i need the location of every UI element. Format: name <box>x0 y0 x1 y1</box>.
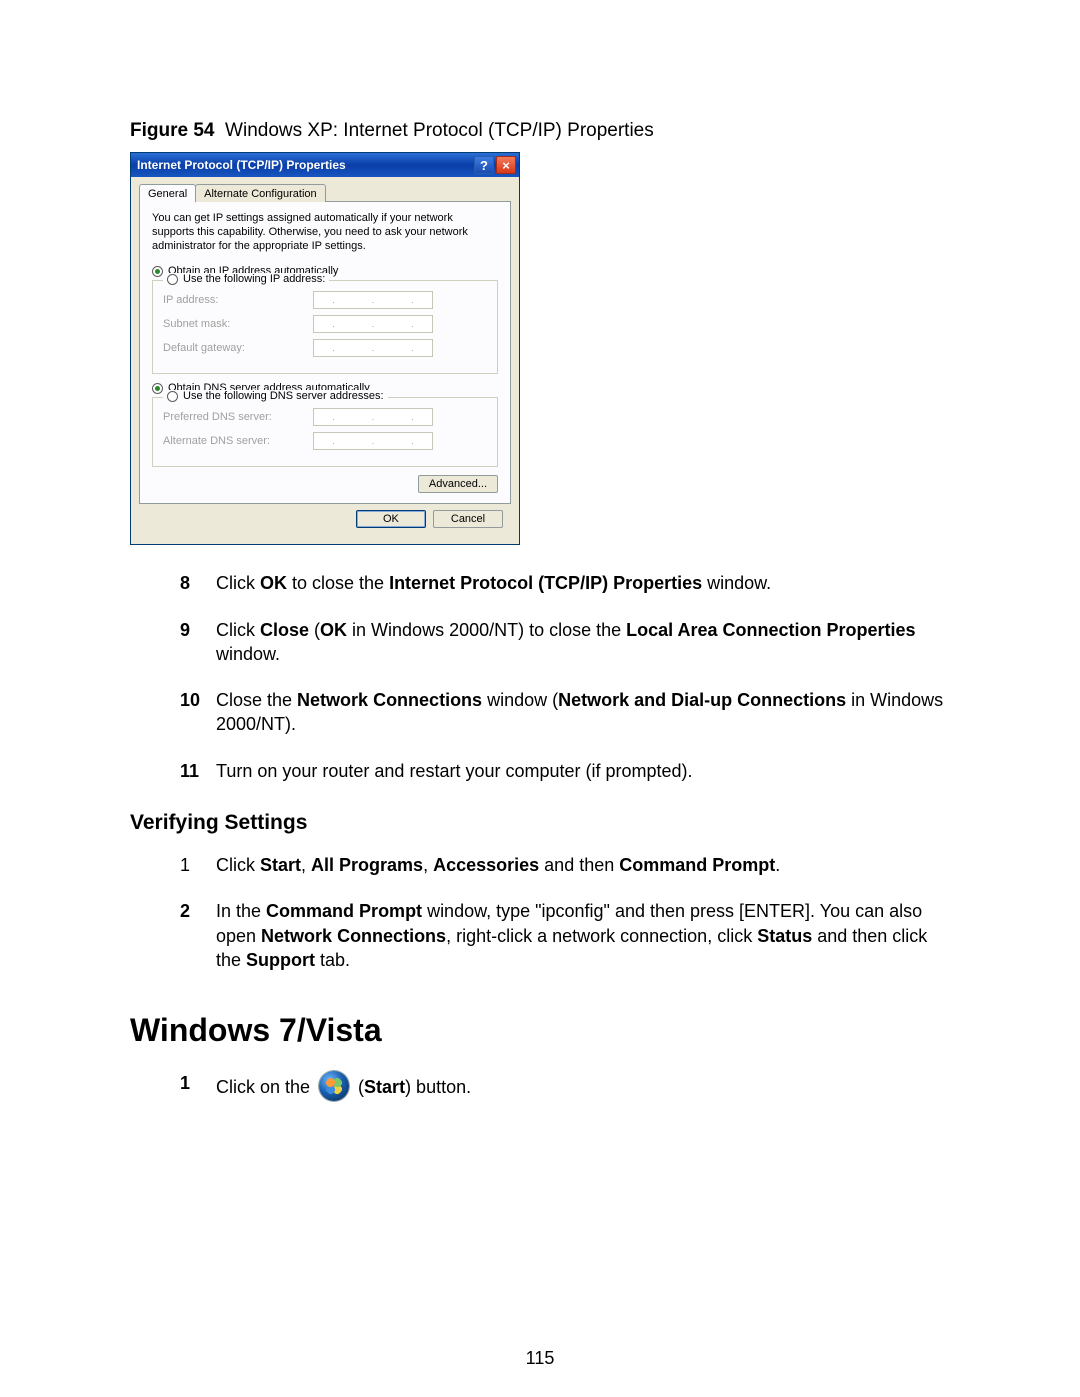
row-preferred-dns: Preferred DNS server: ... <box>163 408 487 426</box>
help-icon[interactable]: ? <box>474 156 494 174</box>
tab-bar: General Alternate Configuration <box>139 184 511 202</box>
row-default-gateway: Default gateway: ... <box>163 339 487 357</box>
tab-page-general: You can get IP settings assigned automat… <box>139 201 511 504</box>
cancel-button[interactable]: Cancel <box>433 510 503 528</box>
group-dns-manual: Use the following DNS server addresses: … <box>152 397 498 467</box>
figure-caption: Figure 54 Windows XP: Internet Protocol … <box>130 120 950 142</box>
ip-address-field[interactable]: ... <box>313 291 433 309</box>
row-ip-address: IP address: ... <box>163 291 487 309</box>
steps-win7: 1 Click on the (Start) button. <box>180 1071 950 1101</box>
window-title: Internet Protocol (TCP/IP) Properties <box>137 158 472 172</box>
heading-windows-7-vista: Windows 7/Vista <box>130 1012 950 1049</box>
alternate-dns-field[interactable]: ... <box>313 432 433 450</box>
page-number: 115 <box>0 1348 1080 1369</box>
dialog-description: You can get IP settings assigned automat… <box>152 212 498 253</box>
radio-ip-manual[interactable]: Use the following IP address: <box>163 273 329 285</box>
step-9: 9 Click Close (OK in Windows 2000/NT) to… <box>180 618 950 667</box>
radio-dot-icon <box>167 274 178 285</box>
row-subnet-mask: Subnet mask: ... <box>163 315 487 333</box>
verify-step-2: 2 In the Command Prompt window, type "ip… <box>180 899 950 972</box>
win7-step-1: 1 Click on the (Start) button. <box>180 1071 950 1101</box>
tcpip-properties-dialog: Internet Protocol (TCP/IP) Properties ? … <box>130 152 520 545</box>
radio-dns-manual[interactable]: Use the following DNS server addresses: <box>163 390 388 402</box>
row-alternate-dns: Alternate DNS server: ... <box>163 432 487 450</box>
steps-verifying: 1 Click Start, All Programs, Accessories… <box>180 853 950 972</box>
group-ip-manual: Use the following IP address: IP address… <box>152 280 498 374</box>
close-icon[interactable]: × <box>496 156 516 174</box>
window-titlebar: Internet Protocol (TCP/IP) Properties ? … <box>131 153 519 177</box>
tab-general[interactable]: General <box>139 184 196 202</box>
ok-button[interactable]: OK <box>356 510 426 528</box>
tab-alternate-configuration[interactable]: Alternate Configuration <box>195 184 326 202</box>
step-11: 11 Turn on your router and restart your … <box>180 759 950 783</box>
heading-verifying-settings: Verifying Settings <box>130 811 950 835</box>
step-10: 10 Close the Network Connections window … <box>180 688 950 737</box>
radio-dot-icon <box>152 383 163 394</box>
step-8: 8 Click OK to close the Internet Protoco… <box>180 571 950 595</box>
default-gateway-field[interactable]: ... <box>313 339 433 357</box>
radio-dot-icon <box>167 391 178 402</box>
windows-start-orb-icon <box>319 1071 349 1101</box>
steps-after-figure: 8 Click OK to close the Internet Protoco… <box>180 571 950 783</box>
preferred-dns-field[interactable]: ... <box>313 408 433 426</box>
advanced-button[interactable]: Advanced... <box>418 475 498 493</box>
dialog-footer: OK Cancel <box>139 504 511 536</box>
radio-dot-icon <box>152 266 163 277</box>
verify-step-1: 1 Click Start, All Programs, Accessories… <box>180 853 950 877</box>
subnet-mask-field[interactable]: ... <box>313 315 433 333</box>
